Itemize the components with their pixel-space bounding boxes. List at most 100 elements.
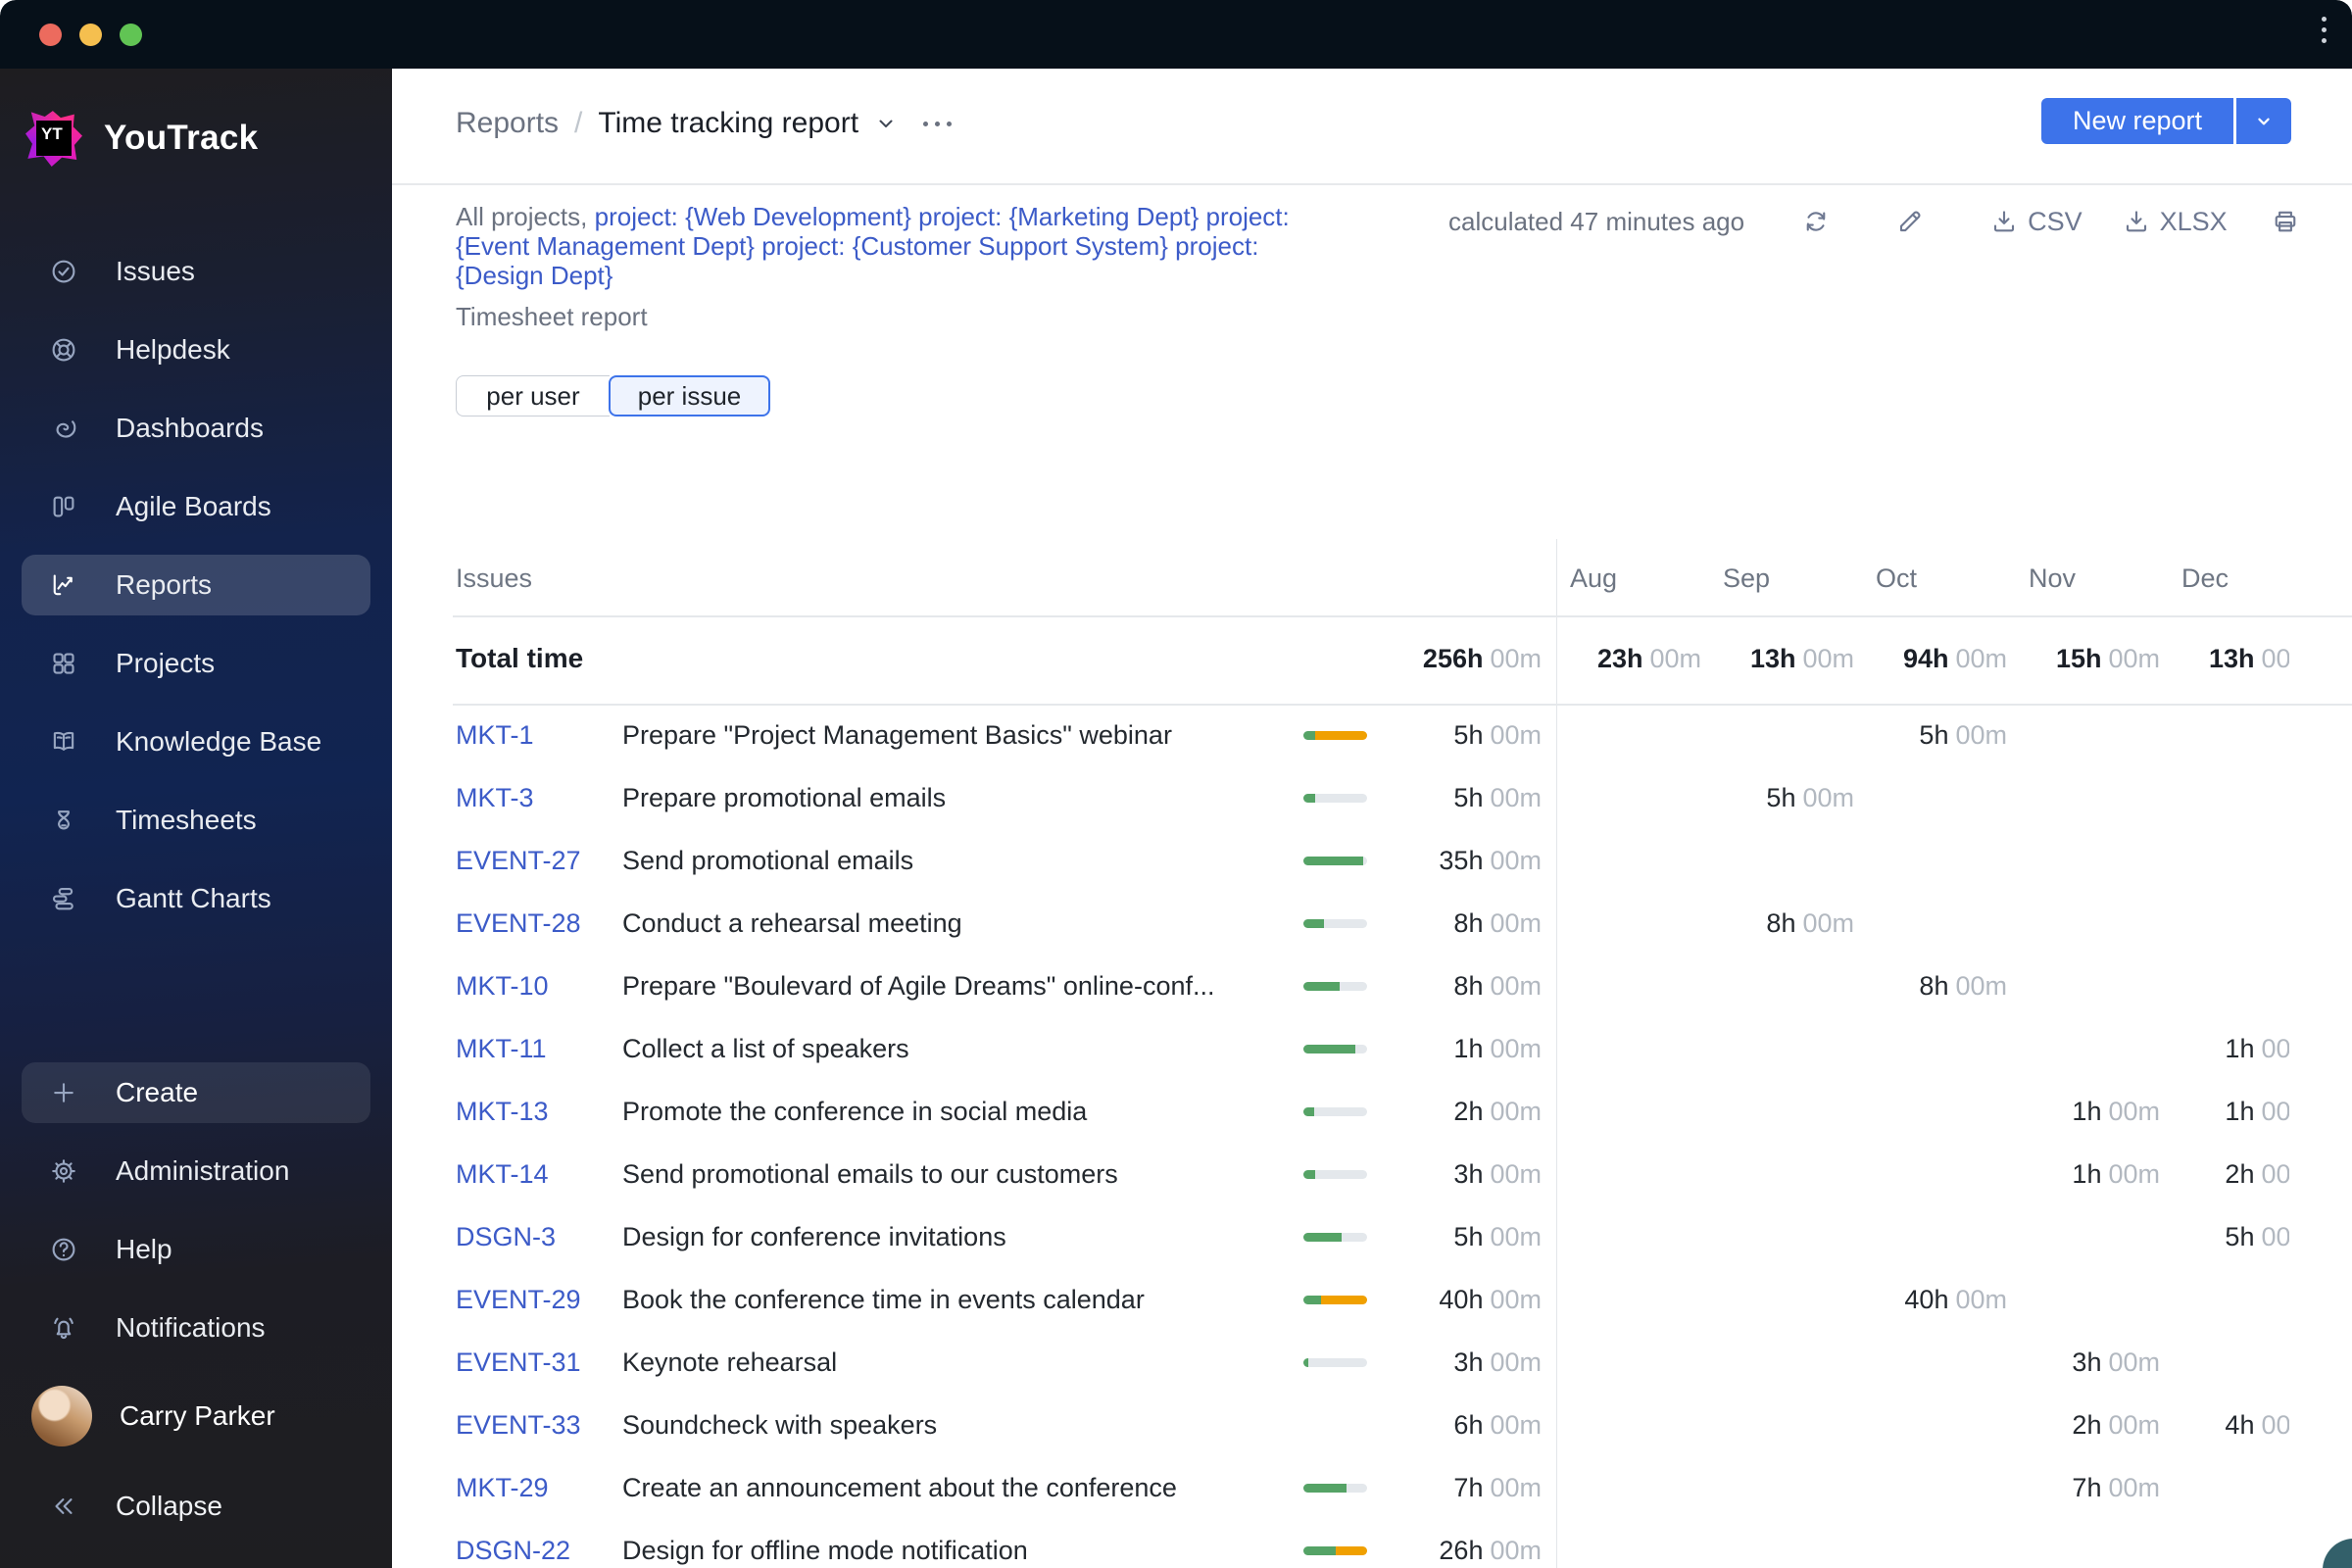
- header-divider: [392, 183, 2352, 185]
- time-value: 13h: [2208, 644, 2255, 673]
- issue-summary: Send promotional emails to our customers: [622, 1159, 1118, 1189]
- month-cell: [1556, 1205, 1709, 1268]
- export-csv-button[interactable]: CSV: [1989, 207, 2082, 237]
- grouping-toggle: per user per issue: [456, 375, 770, 416]
- sidebar-item-knowledge-base[interactable]: Knowledge Base: [0, 703, 392, 781]
- time-value: 00m: [1490, 1348, 1542, 1377]
- issue-id-link[interactable]: MKT-10: [456, 955, 549, 1017]
- sidebar-item-label: Helpdesk: [116, 334, 230, 365]
- month-cell: [1556, 1080, 1709, 1143]
- issue-id-link[interactable]: MKT-14: [456, 1143, 549, 1205]
- time-value: 00m: [2108, 1097, 2160, 1126]
- create-button[interactable]: Create: [22, 1062, 370, 1123]
- issue-id-link[interactable]: MKT-29: [456, 1456, 549, 1519]
- brand-name: YouTrack: [104, 119, 259, 157]
- month-column-header: Aug: [1570, 564, 1618, 593]
- refresh-icon[interactable]: [1801, 207, 1831, 236]
- issue-id-link[interactable]: EVENT-33: [456, 1394, 581, 1456]
- spent-time: 3h 00m: [1248, 1331, 1542, 1394]
- sidebar-item-help[interactable]: Help: [0, 1210, 392, 1289]
- collapse-button[interactable]: Collapse: [0, 1472, 392, 1541]
- projects-icon: [49, 649, 78, 678]
- per-user-tab[interactable]: per user: [456, 375, 610, 416]
- table-row[interactable]: EVENT-28 Conduct a rehearsal meeting 8h 00m…: [392, 892, 2352, 955]
- minimize-button[interactable]: [79, 24, 102, 46]
- new-report-button[interactable]: New report: [2041, 98, 2233, 144]
- table-row[interactable]: EVENT-31 Keynote rehearsal 3h 00m 3h 00m: [392, 1331, 2352, 1394]
- time-value: 8h: [1919, 971, 1949, 1001]
- sidebar-item-label: Agile Boards: [116, 491, 271, 521]
- time-value: 00m: [1955, 1285, 2007, 1314]
- time-value: 3h: [1453, 1159, 1484, 1189]
- month-cell: 5h00m: [1862, 704, 2015, 766]
- chevron-down-icon[interactable]: [874, 112, 898, 135]
- per-issue-tab[interactable]: per issue: [609, 375, 770, 416]
- collapse-label: Collapse: [116, 1491, 222, 1521]
- month-cell: [1556, 1456, 1709, 1519]
- table-row[interactable]: MKT-14 Send promotional emails to our cus…: [392, 1143, 2352, 1205]
- sidebar-item-agile-boards[interactable]: Agile Boards: [0, 467, 392, 546]
- zoom-button[interactable]: [120, 24, 142, 46]
- window-menu-icon[interactable]: [2322, 17, 2327, 43]
- table-row[interactable]: MKT-10 Prepare "Boulevard of Agile Dreams…: [392, 955, 2352, 1017]
- table-row[interactable]: MKT-29 Create an announcement about the c…: [392, 1456, 2352, 1519]
- issue-summary: Design for offline mode notification: [622, 1536, 1028, 1565]
- bell-icon: [49, 1313, 78, 1343]
- table-row[interactable]: EVENT-27 Send promotional emails 35h 00m: [392, 829, 2352, 892]
- table-row[interactable]: EVENT-29 Book the conference time in even…: [392, 1268, 2352, 1331]
- sidebar-item-helpdesk[interactable]: Helpdesk: [0, 311, 392, 389]
- breadcrumb-reports-link[interactable]: Reports: [456, 107, 559, 140]
- sidebar-item-label: Issues: [116, 256, 195, 286]
- window-controls: [39, 24, 142, 46]
- export-xlsx-button[interactable]: XLSX: [2122, 207, 2228, 237]
- table-row[interactable]: MKT-11 Collect a list of speakers 1h 00m 1h 0…: [392, 1017, 2352, 1080]
- spent-time: 1h 00m: [1248, 1017, 1542, 1080]
- new-report-split-button: New report: [2041, 98, 2291, 144]
- table-row[interactable]: MKT-1 Prepare "Project Management Basics"…: [392, 704, 2352, 766]
- issue-id-link[interactable]: EVENT-31: [456, 1331, 581, 1394]
- print-icon[interactable]: [2271, 207, 2300, 236]
- issue-id-link[interactable]: MKT-13: [456, 1080, 549, 1143]
- time-value: 40h: [1439, 1285, 1484, 1314]
- month-column-header: Dec: [2181, 564, 2230, 593]
- sidebar-item-dashboards[interactable]: Dashboards: [0, 389, 392, 467]
- time-value: 00m: [2261, 1222, 2289, 1251]
- month-cells: 5h00m: [1556, 704, 2289, 766]
- month-cell: [1709, 1456, 1862, 1519]
- issue-id-link[interactable]: EVENT-28: [456, 892, 581, 955]
- sidebar-item-projects[interactable]: Projects: [0, 624, 392, 703]
- table-row[interactable]: DSGN-22 Design for offline mode notificat…: [392, 1519, 2352, 1568]
- gantt-charts-icon: [49, 884, 78, 913]
- page-title[interactable]: Time tracking report: [598, 107, 858, 140]
- month-cell: [2168, 1519, 2289, 1568]
- month-cell: [1862, 1456, 2015, 1519]
- sidebar-item-administration[interactable]: Administration: [0, 1132, 392, 1210]
- table-row[interactable]: MKT-13 Promote the conference in social m…: [392, 1080, 2352, 1143]
- sidebar-item-gantt-charts[interactable]: Gantt Charts: [0, 859, 392, 938]
- user-name: Carry Parker: [120, 1400, 275, 1431]
- sidebar-footer: Administration Help Notifications: [0, 1132, 392, 1367]
- table-row[interactable]: DSGN-3 Design for conference invitations 5…: [392, 1205, 2352, 1268]
- month-cell: [1709, 829, 1862, 892]
- issue-id-link[interactable]: MKT-11: [456, 1017, 547, 1080]
- issue-id-link[interactable]: EVENT-29: [456, 1268, 581, 1331]
- issue-id-link[interactable]: MKT-1: [456, 704, 534, 766]
- close-button[interactable]: [39, 24, 62, 46]
- sidebar-item-notifications[interactable]: Notifications: [0, 1289, 392, 1367]
- time-value: 00m: [1490, 908, 1542, 938]
- sidebar-item-timesheets[interactable]: Timesheets: [0, 781, 392, 859]
- table-row[interactable]: MKT-3 Prepare promotional emails 5h 00m 5h 00…: [392, 766, 2352, 829]
- user-menu[interactable]: Carry Parker: [0, 1382, 392, 1450]
- table-row[interactable]: EVENT-33 Soundcheck with speakers 6h 00m 2h 0…: [392, 1394, 2352, 1456]
- issue-id-link[interactable]: DSGN-22: [456, 1519, 570, 1568]
- issue-id-link[interactable]: EVENT-27: [456, 829, 581, 892]
- brand[interactable]: YT YouTrack: [25, 110, 258, 167]
- month-cells: 2h00m4h00m: [1556, 1394, 2289, 1456]
- sidebar-item-issues[interactable]: Issues: [0, 232, 392, 311]
- sidebar-item-reports[interactable]: Reports: [0, 546, 392, 624]
- report-menu-icon[interactable]: [923, 121, 953, 126]
- issue-id-link[interactable]: MKT-3: [456, 766, 534, 829]
- new-report-dropdown-button[interactable]: [2236, 98, 2291, 144]
- edit-icon[interactable]: [1895, 207, 1925, 236]
- issue-id-link[interactable]: DSGN-3: [456, 1205, 556, 1268]
